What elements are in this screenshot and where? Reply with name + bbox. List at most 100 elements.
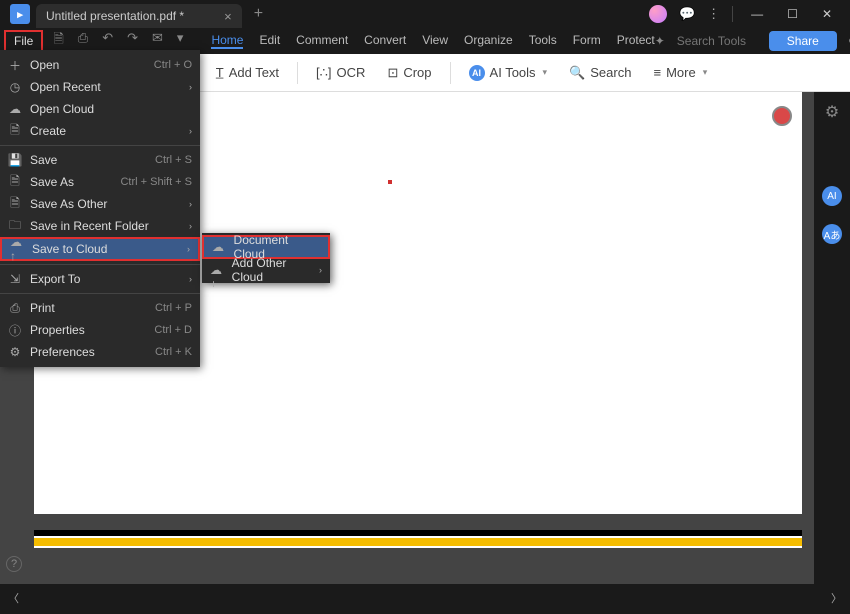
file-menu-item-save-as-other[interactable]: 🗎Save As Other› <box>0 193 200 215</box>
translate-icon[interactable]: Aあ <box>822 224 842 244</box>
addcloud-icon: ☁+ <box>210 263 224 277</box>
save-to-cloud-submenu: ☁Document Cloud☁+Add Other Cloud› <box>202 233 330 283</box>
add-tab-button[interactable]: + <box>254 5 263 23</box>
menu-comment[interactable]: Comment <box>296 33 348 49</box>
crop-tool[interactable]: ⊡Crop <box>379 61 439 85</box>
chat-icon[interactable]: 💬 <box>679 6 695 22</box>
close-tab-icon[interactable]: × <box>224 9 232 24</box>
document-tab[interactable]: Untitled presentation.pdf * × <box>36 4 242 28</box>
file-menu-item-save-in-recent-folder[interactable]: 🗀Save in Recent Folder› <box>0 215 200 237</box>
doc-icon: 🗎 <box>8 124 22 138</box>
file-menu-item-preferences[interactable]: ⚙PreferencesCtrl + K <box>0 341 200 363</box>
plus-icon: ＋ <box>8 58 22 72</box>
ai-tools[interactable]: AIAI Tools▾ <box>461 61 556 85</box>
menu-item-label: Save in Recent Folder <box>30 219 149 233</box>
prev-arrow-icon[interactable]: 〈 <box>8 590 19 606</box>
maximize-button[interactable]: ☐ <box>781 7 804 21</box>
menu-item-label: Open Recent <box>30 80 101 94</box>
user-avatar[interactable] <box>649 5 667 23</box>
submenu-arrow-icon: › <box>319 265 322 275</box>
file-dropdown-menu: ＋OpenCtrl + O ◷ Open Recent › ☁ Open Cloud 🗎 Cr… <box>0 50 200 367</box>
search-label: Search <box>590 65 631 80</box>
file-menu-item-open-cloud[interactable]: ☁ Open Cloud <box>0 98 200 120</box>
file-menu-button[interactable]: File <box>4 30 43 52</box>
add-text-tool[interactable]: T̲Add Text <box>208 61 287 84</box>
file-menu-item-export-to[interactable]: ⇲ Export To › <box>0 268 200 290</box>
help-icon[interactable]: ? <box>6 556 22 572</box>
more-label: More <box>666 65 696 80</box>
search-tool[interactable]: 🔍Search <box>561 61 639 85</box>
print-icon: ⎙ <box>8 301 22 315</box>
divider <box>732 6 733 22</box>
search-tools-input[interactable] <box>677 34 757 48</box>
right-sidebar: ⚙ AI Aあ <box>814 92 850 614</box>
submenu-arrow-icon: › <box>189 82 192 92</box>
undo-icon[interactable]: ↶ <box>102 30 113 52</box>
submenu-arrow-icon: › <box>189 221 192 231</box>
submenu-item-label: Add Other Cloud <box>232 256 319 284</box>
cloud-icon: ☁ <box>8 102 22 116</box>
ocr-tool[interactable]: [∴]OCR <box>308 61 373 85</box>
menu-protect[interactable]: Protect <box>617 33 655 49</box>
minimize-button[interactable]: — <box>745 7 769 21</box>
menu-item-label: Save <box>30 153 57 167</box>
save-icon[interactable]: 🗎 <box>53 30 63 52</box>
menu-edit[interactable]: Edit <box>259 33 280 49</box>
redo-icon[interactable]: ↷ <box>127 30 138 52</box>
menu-home[interactable]: Home <box>211 33 243 49</box>
shortcut-label: Ctrl + P <box>155 302 192 314</box>
statusbar <box>0 584 850 614</box>
menu-item-label: Save to Cloud <box>32 242 107 256</box>
menu-organize[interactable]: Organize <box>464 33 513 49</box>
quick-icons: 🗎 ⎙ ↶ ↷ ✉ ▾ <box>53 30 183 52</box>
file-menu-item-save-to-cloud[interactable]: ☁↑ Save to Cloud › <box>0 237 200 261</box>
menu-item-label: Export To <box>30 272 80 286</box>
submenu-arrow-icon: › <box>189 199 192 209</box>
ocr-label: OCR <box>337 65 366 80</box>
submenu-arrow-icon: › <box>189 274 192 284</box>
ai-assistant-icon[interactable]: AI <box>822 186 842 206</box>
cursor-mark <box>388 180 392 184</box>
file-menu-item-create[interactable]: 🗎 Create › <box>0 120 200 142</box>
add-text-label: Add Text <box>229 65 279 80</box>
more-tool[interactable]: ≡More▾ <box>645 61 715 84</box>
file-menu-item-open[interactable]: ＋OpenCtrl + O <box>0 54 200 76</box>
menu-tools[interactable]: Tools <box>529 33 557 49</box>
props-icon: ⓘ <box>8 323 22 337</box>
mail-icon[interactable]: ✉ <box>152 30 163 52</box>
file-menu-item-save-as[interactable]: 🗎Save AsCtrl + Shift + S <box>0 171 200 193</box>
divider <box>450 62 451 84</box>
submenu-item-add-other-cloud[interactable]: ☁+ Add Other Cloud› <box>202 259 330 281</box>
cloudup-icon: ☁↑ <box>10 242 24 256</box>
file-menu-item-print[interactable]: ⎙PrintCtrl + P <box>0 297 200 319</box>
submenu-arrow-icon: › <box>187 244 190 254</box>
menu-item-label: Save As <box>30 175 74 189</box>
crop-label: Crop <box>403 65 431 80</box>
file-menu-item-save[interactable]: 💾SaveCtrl + S <box>0 149 200 171</box>
dropdown-icon[interactable]: ▾ <box>177 30 184 52</box>
menu-item-label: Save As Other <box>30 197 107 211</box>
prefs-icon: ⚙ <box>8 345 22 359</box>
app-logo-icon: ▸ <box>10 4 30 24</box>
share-button[interactable]: Share <box>769 31 837 51</box>
menu-item-label: Create <box>30 124 66 138</box>
menu-convert[interactable]: Convert <box>364 33 406 49</box>
kebab-menu-icon[interactable]: ⋮ <box>707 6 720 22</box>
pdf-badge-icon[interactable] <box>772 106 792 126</box>
menu-form[interactable]: Form <box>573 33 601 49</box>
close-window-button[interactable]: ✕ <box>816 7 838 21</box>
export-icon: ⇲ <box>8 272 22 286</box>
tab-title: Untitled presentation.pdf * <box>46 9 184 23</box>
shortcut-label: Ctrl + Shift + S <box>120 176 192 188</box>
menu-item-label: Open Cloud <box>30 102 94 116</box>
file-menu-item-open-recent[interactable]: ◷ Open Recent › <box>0 76 200 98</box>
settings-sliders-icon[interactable]: ⚙ <box>825 102 839 122</box>
shortcut-label: Ctrl + O <box>154 59 192 71</box>
titlebar: ▸ Untitled presentation.pdf * × + 💬 ⋮ — … <box>0 0 850 28</box>
submenu-arrow-icon: › <box>189 126 192 136</box>
menu-view[interactable]: View <box>422 33 448 49</box>
print-icon[interactable]: ⎙ <box>78 30 88 52</box>
clock-icon: ◷ <box>8 80 22 94</box>
next-arrow-icon[interactable]: 〉 <box>831 590 842 606</box>
file-menu-item-properties[interactable]: ⓘPropertiesCtrl + D <box>0 319 200 341</box>
